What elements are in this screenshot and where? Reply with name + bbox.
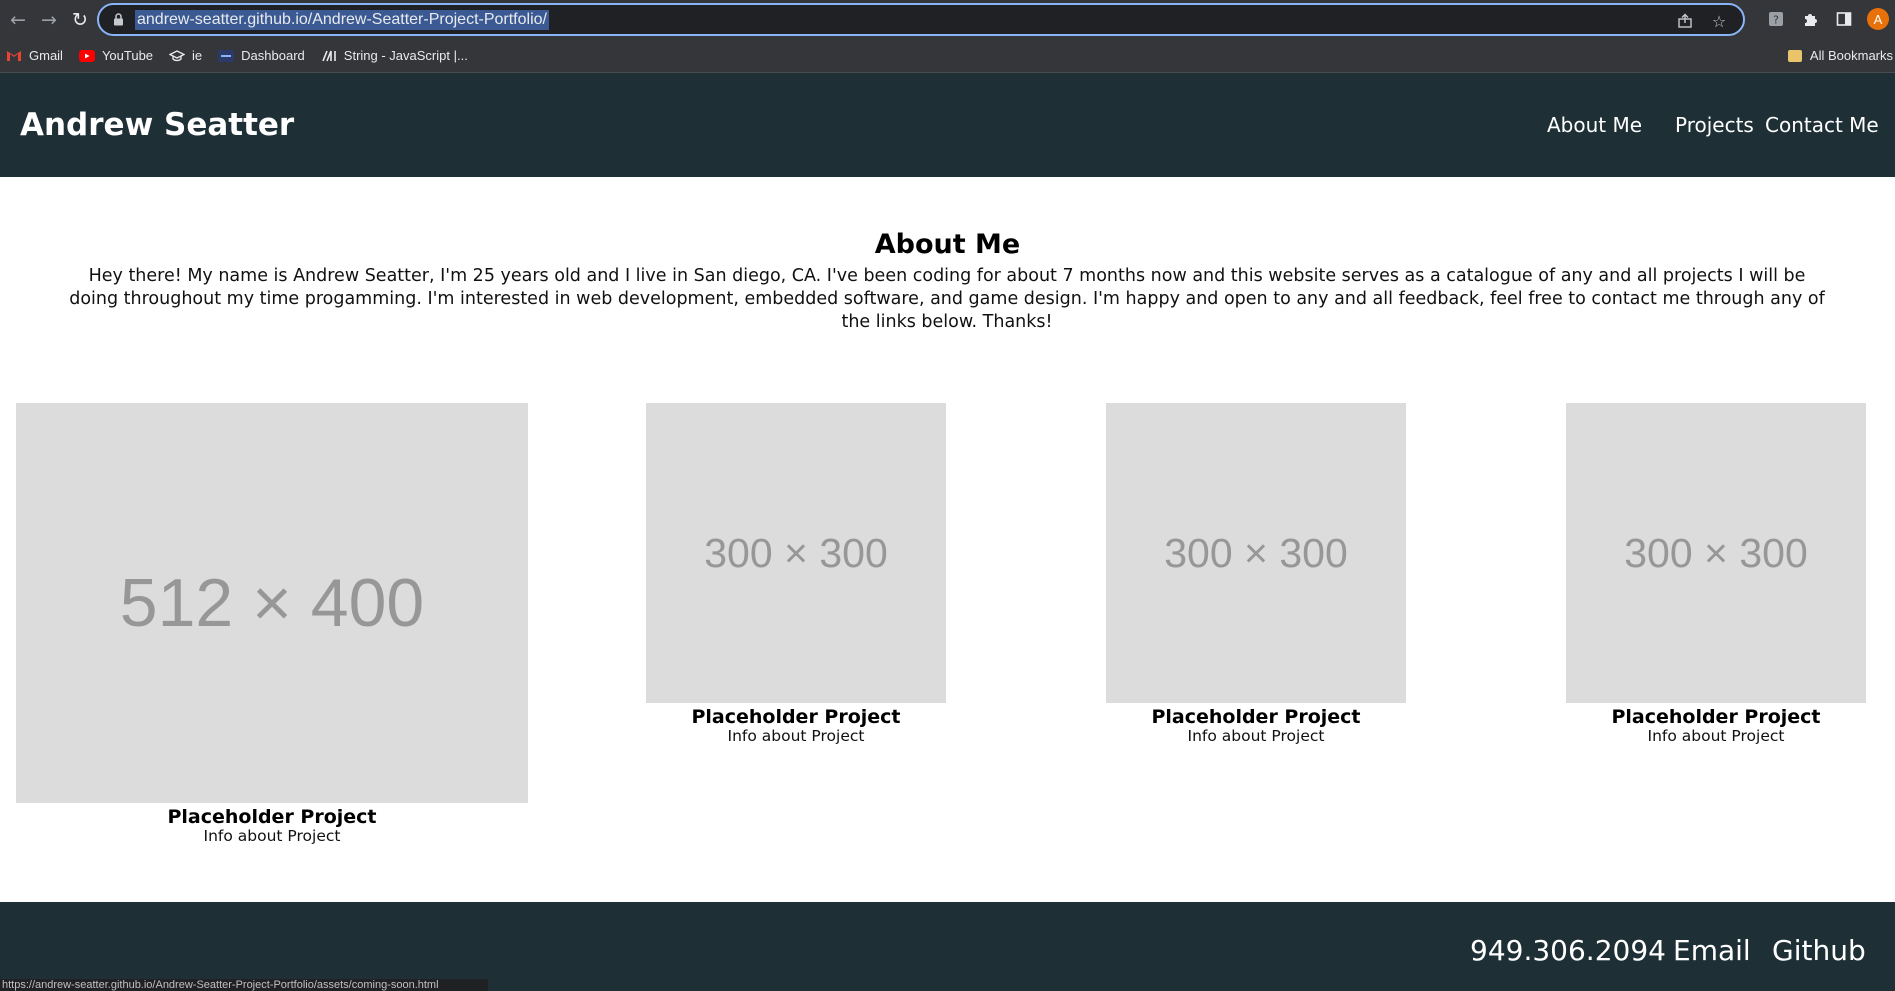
reload-icon[interactable]: ↻ bbox=[67, 7, 93, 33]
profile-avatar[interactable]: A bbox=[1867, 8, 1889, 30]
about-text: Hey there! My name is Andrew Seatter, I'… bbox=[69, 266, 1825, 332]
browser-toolbar: ← → ↻ andrew-seatter.github.io/Andrew-Se… bbox=[0, 0, 1895, 39]
bookmark-star-icon[interactable]: ☆ bbox=[1709, 11, 1729, 31]
project-image-placeholder[interactable]: 300 × 300 bbox=[1106, 403, 1406, 703]
all-bookmarks[interactable]: All Bookmarks bbox=[1787, 48, 1893, 63]
project-image-placeholder[interactable]: 300 × 300 bbox=[1566, 403, 1866, 703]
project-image-placeholder[interactable]: 512 × 400 bbox=[16, 403, 528, 803]
project-title: Placeholder Project bbox=[691, 706, 901, 728]
graduation-cap-icon bbox=[169, 48, 186, 64]
bookmarks-bar: Gmail YouTube ie Dashboard String - Java… bbox=[0, 39, 1895, 73]
dashboard-icon bbox=[218, 48, 235, 64]
footer-github-link[interactable]: Github bbox=[1772, 934, 1866, 967]
project-info: Info about Project bbox=[203, 827, 341, 845]
nav-about-me[interactable]: About Me bbox=[1547, 113, 1642, 137]
side-panel-icon[interactable] bbox=[1833, 8, 1855, 30]
address-bar[interactable]: andrew-seatter.github.io/Andrew-Seatter-… bbox=[97, 3, 1745, 36]
bookmark-gmail[interactable]: Gmail bbox=[6, 48, 63, 64]
gmail-icon bbox=[6, 48, 22, 64]
about-heading: About Me bbox=[874, 229, 1021, 260]
project-title: Placeholder Project bbox=[1611, 706, 1821, 728]
site-title: Andrew Seatter bbox=[20, 107, 295, 143]
project-info: Info about Project bbox=[727, 727, 865, 745]
share-icon[interactable] bbox=[1675, 11, 1695, 31]
nav-projects[interactable]: Projects bbox=[1675, 113, 1754, 137]
folder-icon bbox=[1787, 49, 1802, 62]
bookmark-mdn-string[interactable]: String - JavaScript |... bbox=[321, 48, 468, 64]
bookmark-ie[interactable]: ie bbox=[169, 48, 202, 64]
bookmark-youtube[interactable]: YouTube bbox=[78, 48, 153, 64]
extension-help-icon[interactable]: ? bbox=[1765, 8, 1787, 30]
project-info: Info about Project bbox=[1647, 727, 1785, 745]
site-header: Andrew Seatter About Me Projects Contact… bbox=[0, 73, 1895, 177]
lock-icon[interactable] bbox=[113, 13, 129, 26]
bookmark-dashboard[interactable]: Dashboard bbox=[218, 48, 305, 64]
extensions-puzzle-icon[interactable] bbox=[1799, 8, 1821, 30]
back-icon[interactable]: ← bbox=[5, 7, 31, 33]
project-card[interactable]: 300 × 300 Placeholder Project Info about… bbox=[1106, 403, 1406, 745]
mdn-icon bbox=[321, 48, 337, 64]
url-text[interactable]: andrew-seatter.github.io/Andrew-Seatter-… bbox=[135, 9, 549, 30]
nav-contact-me[interactable]: Contact Me bbox=[1765, 113, 1879, 137]
status-bar-url: https://andrew-seatter.github.io/Andrew-… bbox=[0, 979, 488, 991]
youtube-icon bbox=[78, 48, 95, 64]
project-title: Placeholder Project bbox=[167, 806, 377, 828]
footer-email-link[interactable]: Email bbox=[1673, 934, 1751, 967]
project-card[interactable]: 512 × 400 Placeholder Project Info about… bbox=[16, 403, 528, 845]
site-footer: 949.306.2094 Email Github bbox=[0, 902, 1895, 991]
project-info: Info about Project bbox=[1187, 727, 1325, 745]
project-card[interactable]: 300 × 300 Placeholder Project Info about… bbox=[646, 403, 946, 745]
project-title: Placeholder Project bbox=[1151, 706, 1361, 728]
forward-icon[interactable]: → bbox=[36, 7, 62, 33]
footer-phone-link[interactable]: 949.306.2094 bbox=[1470, 934, 1666, 967]
project-card[interactable]: 300 × 300 Placeholder Project Info about… bbox=[1566, 403, 1866, 745]
project-image-placeholder[interactable]: 300 × 300 bbox=[646, 403, 946, 703]
svg-text:?: ? bbox=[1773, 14, 1779, 27]
